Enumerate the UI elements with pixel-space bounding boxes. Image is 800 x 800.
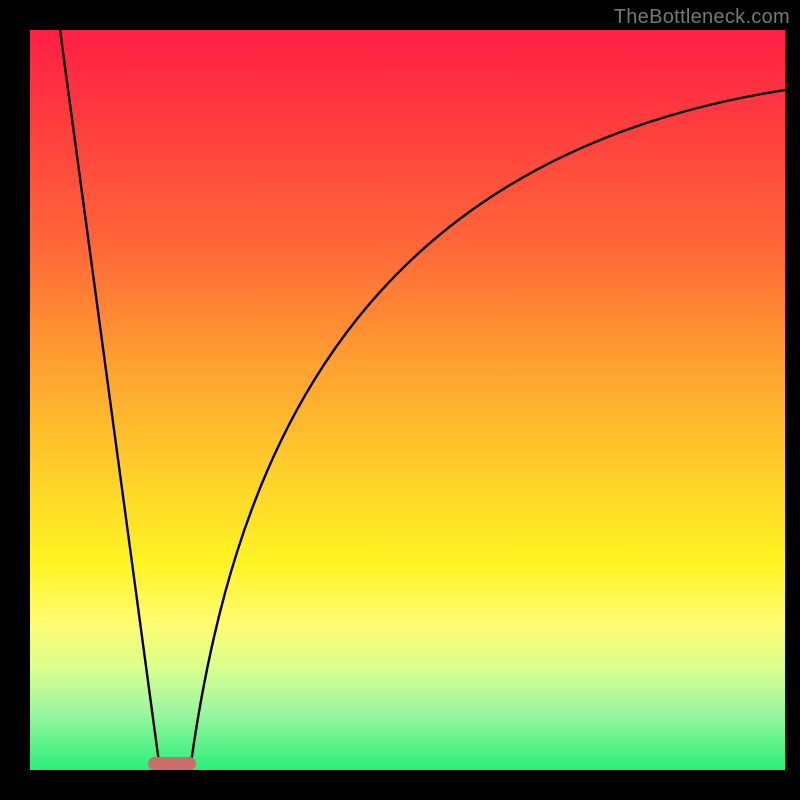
watermark-text: TheBottleneck.com <box>614 6 790 29</box>
optimal-marker <box>148 757 196 770</box>
right-curve <box>190 90 785 770</box>
left-line <box>60 30 160 770</box>
plot-area <box>30 30 785 770</box>
curve-svg <box>30 30 785 770</box>
chart-frame: TheBottleneck.com <box>0 0 800 800</box>
